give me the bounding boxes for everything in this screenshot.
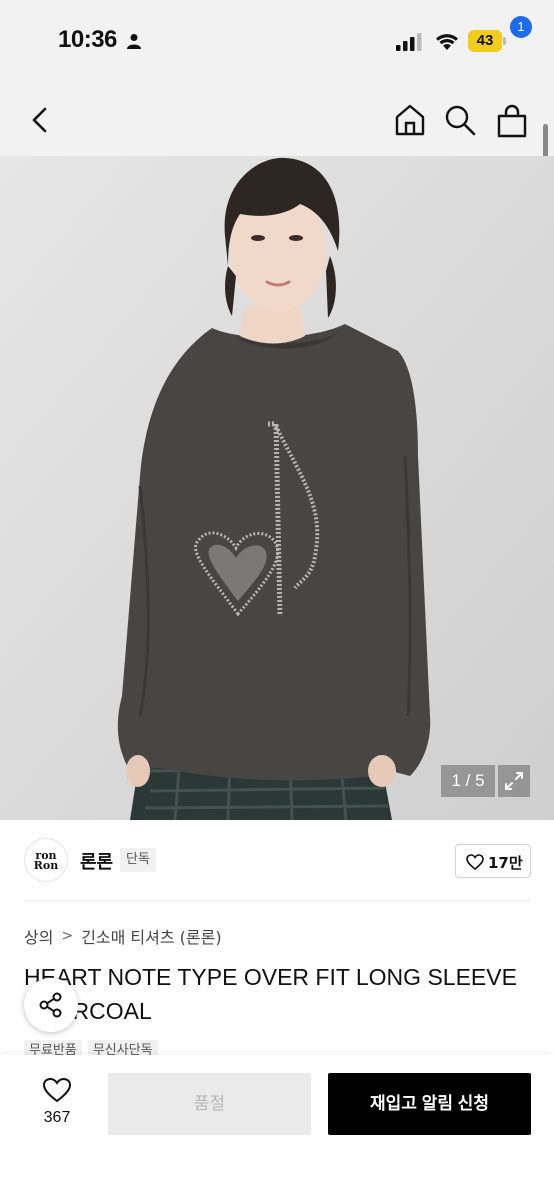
- wifi-icon: [436, 34, 458, 50]
- home-icon[interactable]: [392, 102, 428, 138]
- brand-like-button[interactable]: 17만: [455, 844, 531, 878]
- cart-icon[interactable]: [494, 104, 530, 138]
- heart-icon: [42, 1077, 72, 1103]
- product-title: HEART NOTE TYPE OVER FIT LONG SLEEVE CHA…: [24, 960, 544, 1028]
- top-nav-bar: [0, 84, 554, 156]
- brand-row: ron Ron 론론 단독 17만: [0, 836, 554, 886]
- product-photo: [0, 156, 554, 820]
- restock-alert-button[interactable]: 재입고 알림 신청: [328, 1073, 531, 1135]
- image-counter: 1 / 5: [441, 765, 495, 797]
- status-bar: 10:36 43: [0, 0, 554, 84]
- breadcrumb: 상의 > 긴소매 티셔츠 (론론): [24, 924, 222, 948]
- battery-indicator: 43: [468, 30, 506, 52]
- status-time: 10:36: [58, 26, 117, 53]
- brand-exclusive-tag: 단독: [120, 848, 156, 872]
- share-button[interactable]: [24, 978, 78, 1032]
- expand-icon: [505, 772, 523, 790]
- expand-image-button[interactable]: [498, 765, 530, 797]
- brand-like-count: 17만: [488, 854, 523, 872]
- brand-name[interactable]: 론론: [80, 848, 113, 874]
- person-icon: [127, 34, 141, 49]
- bottom-action-bar: 367 품절 재입고 알림 신청: [0, 1055, 554, 1200]
- product-title-line-1: HEART NOTE TYPE OVER FIT LONG SLEEVE: [24, 964, 517, 990]
- chevron-left-icon[interactable]: [26, 104, 56, 136]
- product-image-gallery[interactable]: [0, 156, 554, 820]
- share-icon: [39, 992, 62, 1018]
- breadcrumb-separator: >: [61, 928, 74, 944]
- search-icon[interactable]: [442, 102, 478, 138]
- wishlist-count: 367: [43, 1109, 71, 1126]
- breadcrumb-subcategory[interactable]: 긴소매 티셔츠 (론론): [81, 924, 221, 948]
- heart-icon: [466, 854, 484, 870]
- brand-logo[interactable]: ron Ron: [24, 838, 68, 882]
- signal-icon: [396, 33, 422, 51]
- battery-level: 43: [476, 32, 494, 49]
- wishlist-button[interactable]: 367: [28, 1073, 86, 1133]
- breadcrumb-category[interactable]: 상의: [24, 924, 53, 948]
- soldout-button[interactable]: 품절: [108, 1073, 311, 1135]
- divider: [24, 900, 530, 901]
- product-title-line-2: CHARCOAL: [24, 998, 152, 1024]
- cart-count-badge: 1: [510, 16, 532, 38]
